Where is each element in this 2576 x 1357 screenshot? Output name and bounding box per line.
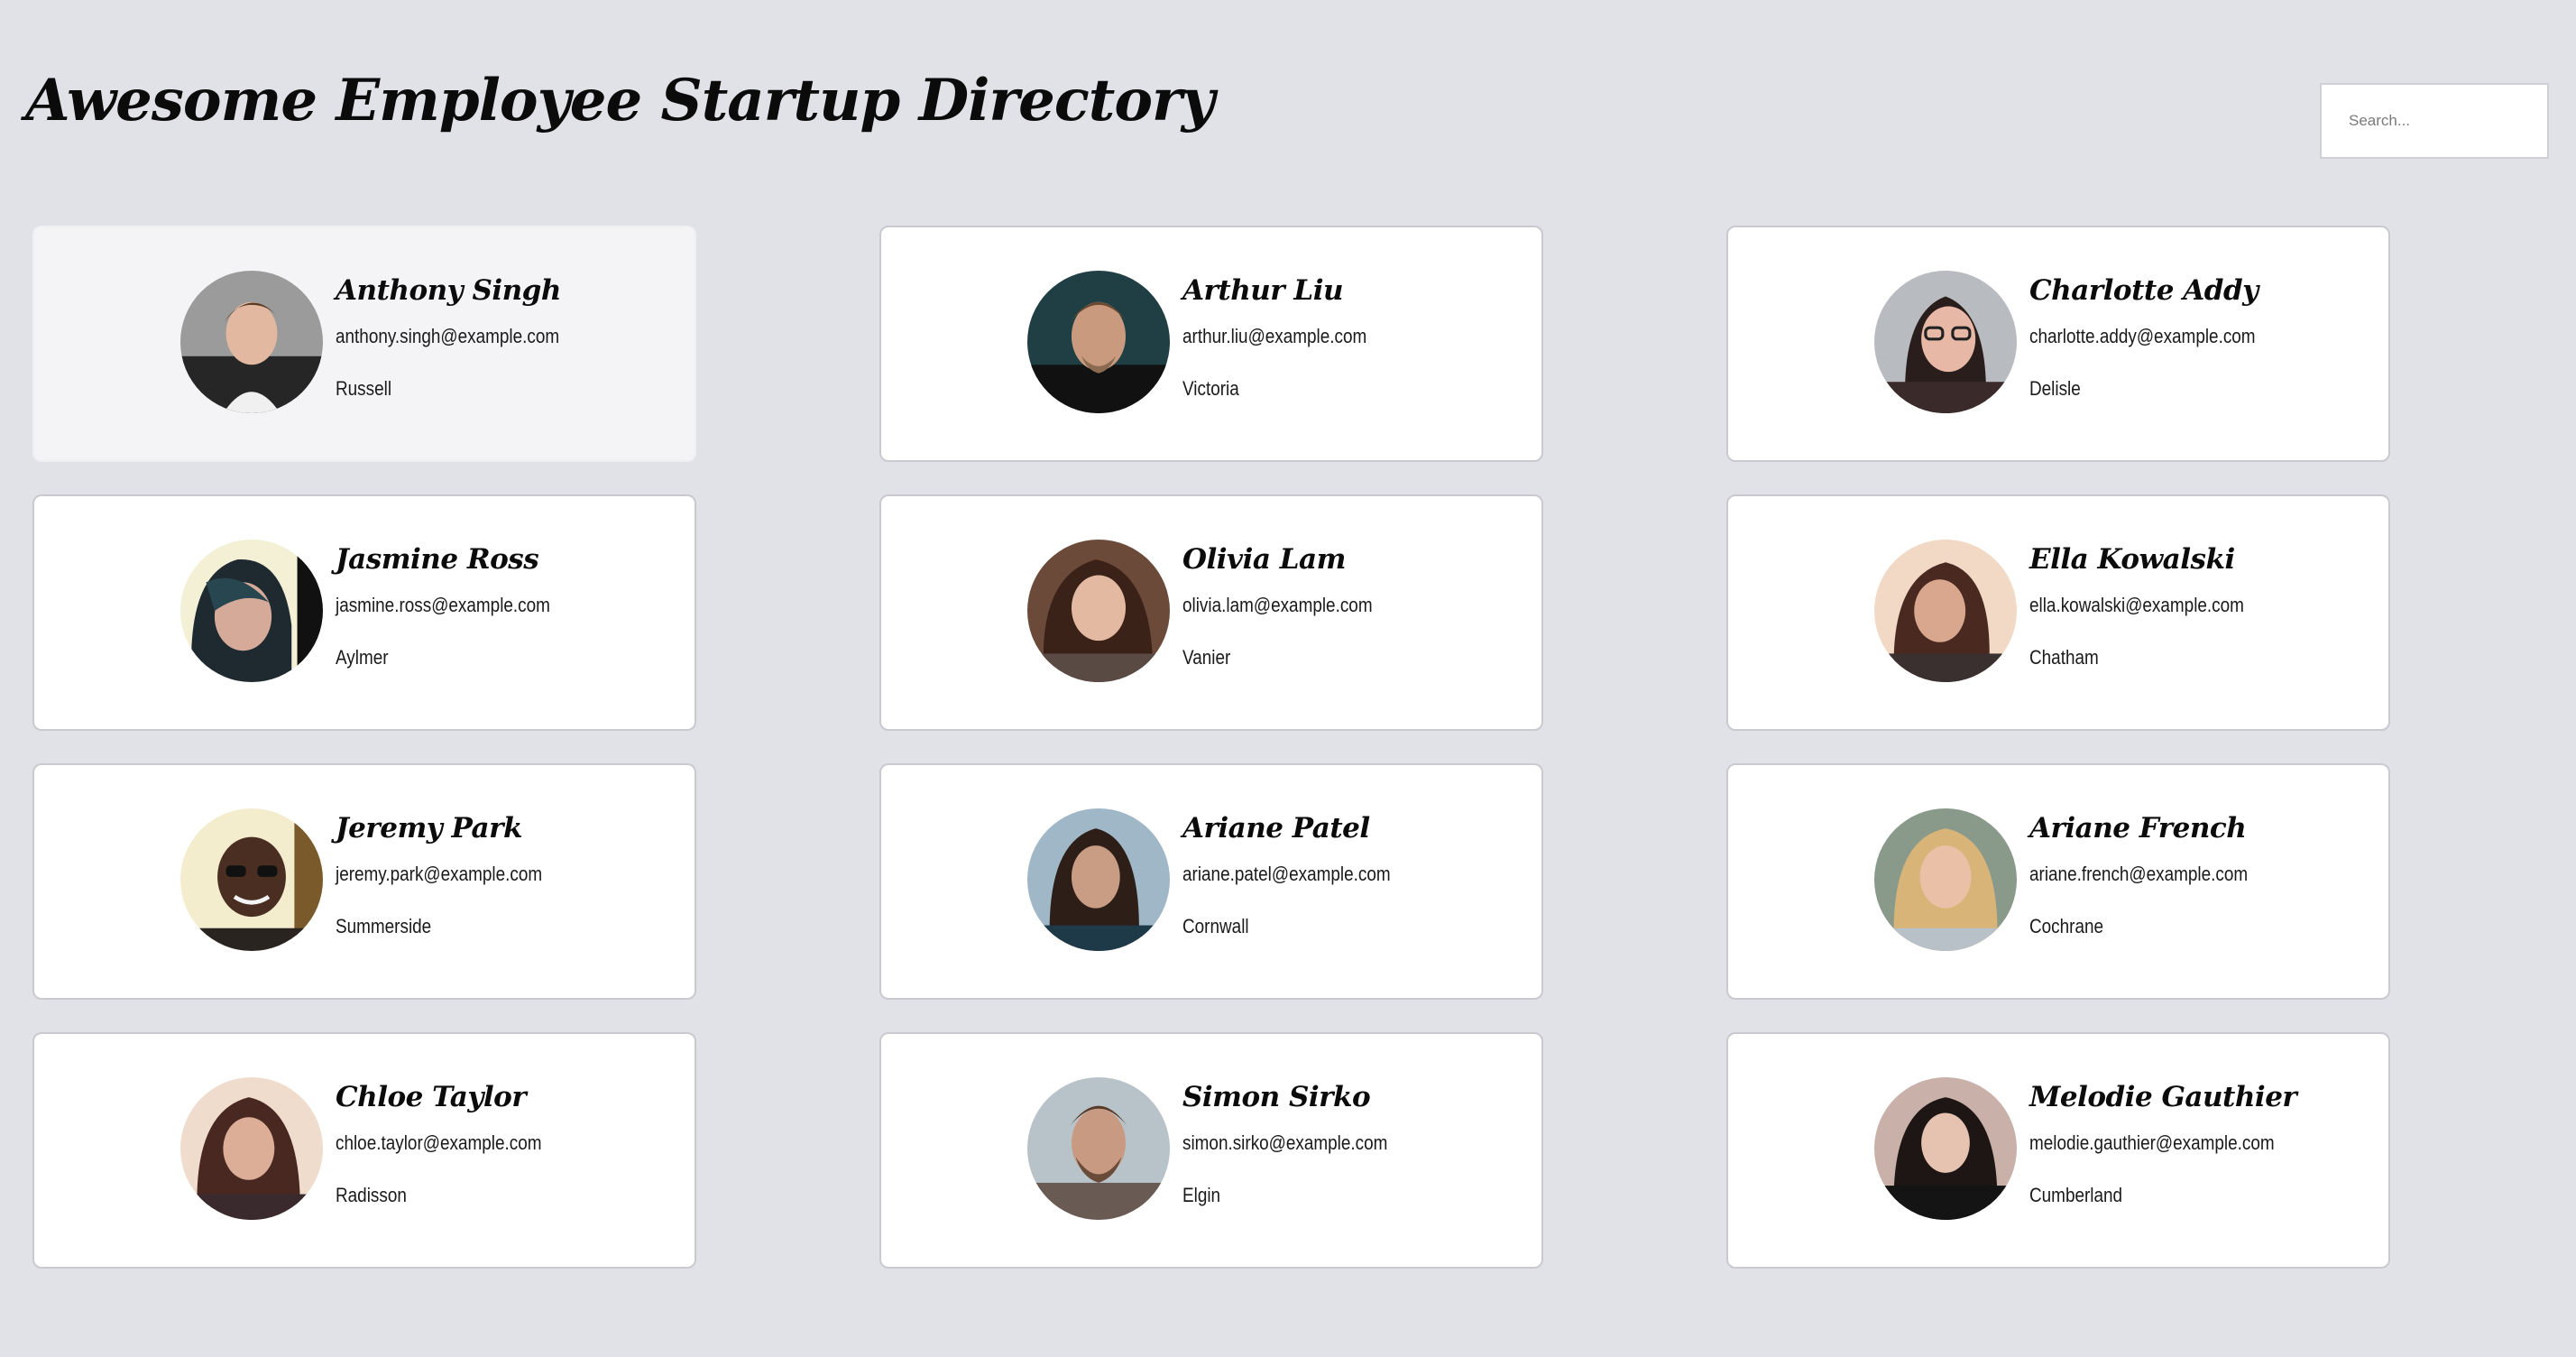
employee-card[interactable]: Ariane French ariane.french@example.com … bbox=[1726, 763, 2390, 1000]
employee-email: jeremy.park@example.com bbox=[336, 863, 543, 885]
avatar bbox=[180, 540, 323, 682]
employee-city: Cumberland bbox=[2029, 1184, 2123, 1206]
employee-email: olivia.lam@example.com bbox=[1182, 594, 1373, 616]
employee-email: simon.sirko@example.com bbox=[1182, 1131, 1388, 1154]
employee-card[interactable]: Anthony Singh anthony.singh@example.com … bbox=[32, 226, 696, 462]
avatar bbox=[1027, 271, 1170, 413]
search-input[interactable] bbox=[2320, 83, 2549, 159]
employee-city: Aylmer bbox=[336, 646, 389, 669]
directory-page: Awesome Employee Startup Directory Antho… bbox=[0, 0, 2576, 1357]
employee-city: Cochrane bbox=[2029, 915, 2104, 937]
employee-name: Charlotte Addy bbox=[2029, 274, 2259, 307]
employee-name: Jeremy Park bbox=[336, 812, 522, 845]
employee-name: Simon Sirko bbox=[1182, 1081, 1371, 1113]
employee-info: Ariane Patel ariane.patel@example.com Co… bbox=[1182, 808, 1424, 940]
employee-grid: Anthony Singh anthony.singh@example.com … bbox=[32, 226, 2390, 1269]
employee-card[interactable]: Jeremy Park jeremy.park@example.com Summ… bbox=[32, 763, 696, 1000]
employee-email: ariane.french@example.com bbox=[2029, 863, 2249, 885]
employee-email: arthur.liu@example.com bbox=[1182, 325, 1367, 347]
employee-city: Summerside bbox=[336, 915, 432, 937]
employee-email: ariane.patel@example.com bbox=[1182, 863, 1391, 885]
employee-info: Jasmine Ross jasmine.ross@example.com Ay… bbox=[336, 540, 585, 671]
employee-name: Anthony Singh bbox=[336, 274, 561, 307]
employee-name: Jasmine Ross bbox=[336, 543, 539, 576]
employee-name: Ariane Patel bbox=[1182, 812, 1370, 845]
employee-city: Radisson bbox=[336, 1184, 407, 1206]
employee-card[interactable]: Chloe Taylor chloe.taylor@example.com Ra… bbox=[32, 1032, 696, 1269]
employee-card[interactable]: Simon Sirko simon.sirko@example.com Elgi… bbox=[879, 1032, 1543, 1269]
employee-info: Ariane French ariane.french@example.com … bbox=[2029, 808, 2284, 940]
employee-card[interactable]: Ella Kowalski ella.kowalski@example.com … bbox=[1726, 494, 2390, 731]
employee-name: Arthur Liu bbox=[1182, 274, 1344, 307]
employee-name: Ella Kowalski bbox=[2029, 543, 2235, 576]
employee-city: Victoria bbox=[1182, 377, 1239, 400]
employee-info: Chloe Taylor chloe.taylor@example.com Ra… bbox=[336, 1077, 575, 1209]
employee-info: Charlotte Addy charlotte.addy@example.co… bbox=[2029, 271, 2292, 402]
employee-info: Melodie Gauthier melodie.gauthier@exampl… bbox=[2029, 1077, 2314, 1209]
employee-card[interactable]: Jasmine Ross jasmine.ross@example.com Ay… bbox=[32, 494, 696, 731]
employee-name: Olivia Lam bbox=[1182, 543, 1346, 576]
employee-city: Russell bbox=[336, 377, 392, 400]
avatar bbox=[1027, 808, 1170, 951]
employee-city: Vanier bbox=[1182, 646, 1231, 669]
employee-email: ella.kowalski@example.com bbox=[2029, 594, 2244, 616]
avatar bbox=[1027, 540, 1170, 682]
employee-info: Anthony Singh anthony.singh@example.com … bbox=[336, 271, 596, 402]
employee-info: Arthur Liu arthur.liu@example.com Victor… bbox=[1182, 271, 1397, 402]
employee-name: Melodie Gauthier bbox=[2029, 1081, 2297, 1113]
avatar bbox=[180, 1077, 323, 1220]
employee-email: jasmine.ross@example.com bbox=[336, 594, 550, 616]
avatar bbox=[1874, 808, 2017, 951]
employee-city: Elgin bbox=[1182, 1184, 1221, 1206]
page-title: Awesome Employee Startup Directory bbox=[25, 67, 1215, 134]
employee-card[interactable]: Arthur Liu arthur.liu@example.com Victor… bbox=[879, 226, 1543, 462]
avatar bbox=[180, 808, 323, 951]
employee-name: Chloe Taylor bbox=[336, 1081, 527, 1113]
employee-email: chloe.taylor@example.com bbox=[336, 1131, 542, 1154]
employee-info: Jeremy Park jeremy.park@example.com Summ… bbox=[336, 808, 575, 940]
employee-info: Olivia Lam olivia.lam@example.com Vanier bbox=[1182, 540, 1403, 671]
employee-card[interactable]: Olivia Lam olivia.lam@example.com Vanier bbox=[879, 494, 1543, 731]
employee-card[interactable]: Melodie Gauthier melodie.gauthier@exampl… bbox=[1726, 1032, 2390, 1269]
employee-email: charlotte.addy@example.com bbox=[2029, 325, 2256, 347]
employee-city: Chatham bbox=[2029, 646, 2099, 669]
employee-email: melodie.gauthier@example.com bbox=[2029, 1131, 2275, 1154]
employee-name: Ariane French bbox=[2029, 812, 2247, 845]
employee-city: Cornwall bbox=[1182, 915, 1249, 937]
employee-info: Simon Sirko simon.sirko@example.com Elgi… bbox=[1182, 1077, 1421, 1209]
employee-card[interactable]: Charlotte Addy charlotte.addy@example.co… bbox=[1726, 226, 2390, 462]
avatar bbox=[1874, 1077, 2017, 1220]
employee-info: Ella Kowalski ella.kowalski@example.com … bbox=[2029, 540, 2279, 671]
avatar bbox=[180, 271, 323, 413]
avatar bbox=[1874, 271, 2017, 413]
avatar bbox=[1874, 540, 2017, 682]
employee-email: anthony.singh@example.com bbox=[336, 325, 560, 347]
avatar bbox=[1027, 1077, 1170, 1220]
employee-city: Delisle bbox=[2029, 377, 2081, 400]
employee-card[interactable]: Ariane Patel ariane.patel@example.com Co… bbox=[879, 763, 1543, 1000]
